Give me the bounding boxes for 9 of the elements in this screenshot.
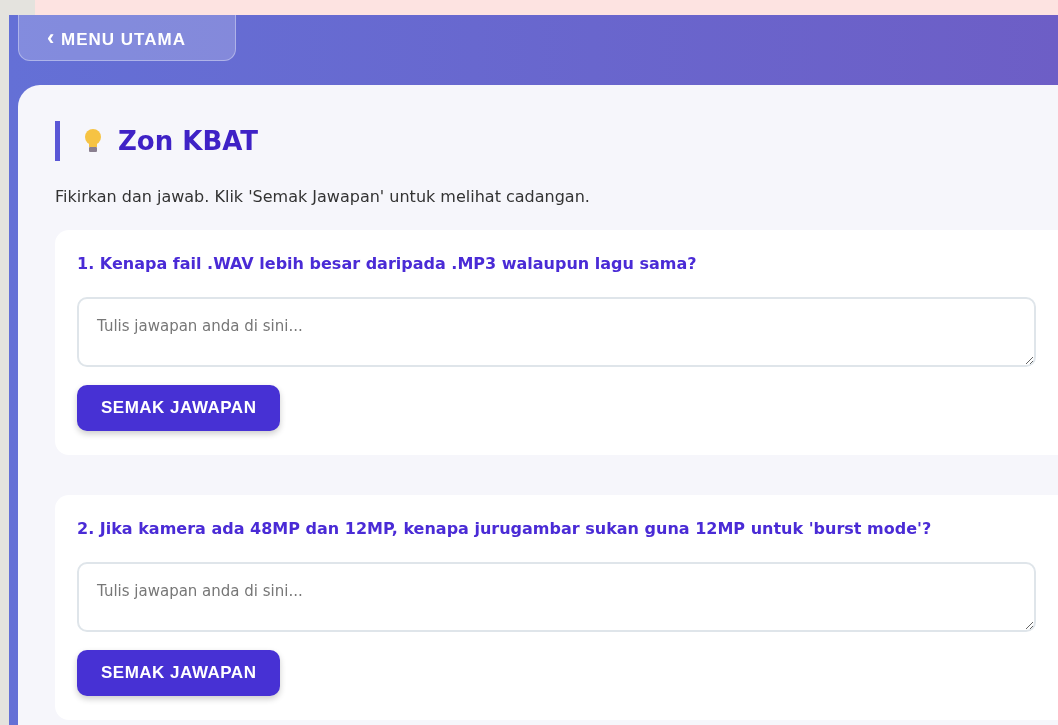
question-text: 1. Kenapa fail .WAV lebih besar daripada .MP3 walaupun lagu sama? bbox=[77, 254, 697, 273]
check-answer-button[interactable]: SEMAK JAWAPAN bbox=[77, 650, 281, 696]
lightbulb-icon bbox=[84, 128, 102, 154]
check-answer-button[interactable]: SEMAK JAWAPAN bbox=[77, 385, 281, 431]
answer-field[interactable]: Tulis jawapan anda di sini... bbox=[77, 562, 1036, 632]
instructions-text: Fikirkan dan jawab. Klik 'Semak Jawapan' untuk melihat cadangan. bbox=[55, 187, 591, 206]
question-text: 2. Jika kamera ada 48MP dan 12MP, kenapa jurugambar sukan guna 12MP untuk 'burst mode'? bbox=[77, 519, 932, 538]
section-title: Zon KBAT bbox=[118, 126, 259, 156]
answer-field[interactable]: Tulis jawapan anda di sini... bbox=[77, 297, 1036, 367]
